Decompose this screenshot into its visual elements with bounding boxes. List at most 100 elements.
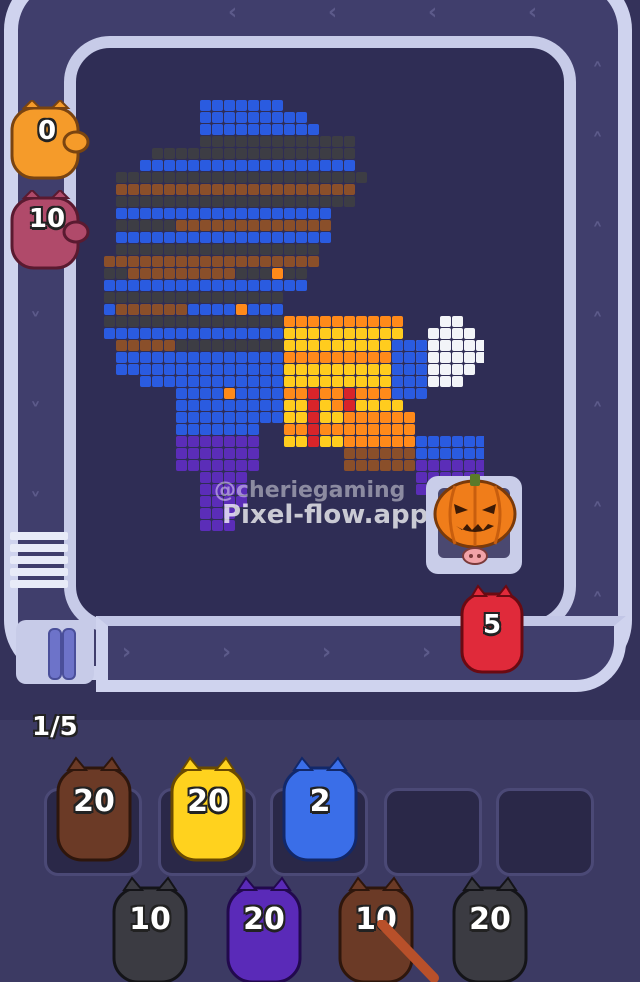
pixel-block bbox=[320, 388, 331, 399]
pixel-block bbox=[404, 448, 415, 459]
pixel-block bbox=[188, 208, 199, 219]
pixel-block bbox=[320, 436, 331, 447]
pixel-block bbox=[296, 340, 307, 351]
pixel-block bbox=[296, 256, 307, 267]
pixel-block bbox=[440, 460, 451, 471]
pixel-block bbox=[392, 328, 403, 339]
pixel-block bbox=[356, 448, 367, 459]
pixel-block bbox=[464, 352, 475, 363]
pixel-block bbox=[392, 436, 403, 447]
pixel-block bbox=[380, 340, 391, 351]
pixel-block bbox=[452, 340, 463, 351]
pig-count: 20 bbox=[243, 902, 285, 937]
pixel-block bbox=[284, 400, 295, 411]
pixel-block bbox=[368, 460, 379, 471]
pixel-block bbox=[128, 184, 139, 195]
pixel-block bbox=[224, 292, 235, 303]
chevron-icon: ˄ bbox=[592, 130, 603, 155]
pixel-block bbox=[236, 256, 247, 267]
pixel-block bbox=[224, 268, 235, 279]
pixel-block bbox=[116, 172, 127, 183]
pixel-block bbox=[116, 316, 127, 327]
pixel-block bbox=[296, 124, 307, 135]
pixel-block bbox=[344, 352, 355, 363]
pixel-block bbox=[428, 352, 439, 363]
pixel-block bbox=[356, 400, 367, 411]
pixel-block bbox=[392, 460, 403, 471]
pig-count: 2 bbox=[309, 784, 331, 819]
pixel-block bbox=[416, 436, 427, 447]
pixel-block bbox=[380, 436, 391, 447]
pixel-block bbox=[272, 160, 283, 171]
conveyor-pig-pink[interactable]: 10 bbox=[4, 190, 90, 274]
slot-pig-brown[interactable]: 20 bbox=[54, 756, 134, 864]
pixel-block bbox=[236, 388, 247, 399]
pixel-block bbox=[272, 196, 283, 207]
pixel-block bbox=[380, 424, 391, 435]
pixel-block bbox=[476, 436, 484, 447]
queue-pig-dark[interactable]: 10 bbox=[110, 876, 190, 982]
pixel-block bbox=[332, 436, 343, 447]
pixel-block bbox=[116, 256, 127, 267]
pixel-block bbox=[440, 352, 451, 363]
queue-pig-dark-2[interactable]: 20 bbox=[450, 876, 530, 982]
pixel-block bbox=[212, 100, 223, 111]
pixel-block bbox=[176, 460, 187, 471]
pixel-block bbox=[320, 172, 331, 183]
pixel-block bbox=[272, 328, 283, 339]
pixel-block bbox=[476, 340, 484, 351]
pixel-block bbox=[368, 388, 379, 399]
pixel-block bbox=[212, 220, 223, 231]
pixel-block bbox=[248, 160, 259, 171]
pixel-block bbox=[248, 196, 259, 207]
pixel-block bbox=[464, 340, 475, 351]
pixel-block bbox=[128, 208, 139, 219]
pixel-block bbox=[176, 292, 187, 303]
pixel-block bbox=[200, 364, 211, 375]
pixel-block bbox=[176, 220, 187, 231]
pixel-block bbox=[284, 256, 295, 267]
pixel-block bbox=[284, 184, 295, 195]
chevron-icon: › bbox=[422, 640, 432, 665]
pixel-block bbox=[200, 136, 211, 147]
pixel-block bbox=[284, 424, 295, 435]
slot-4[interactable] bbox=[384, 788, 482, 876]
pixel-block bbox=[284, 436, 295, 447]
pixel-block bbox=[212, 124, 223, 135]
slot-pig-blue[interactable]: 2 bbox=[280, 756, 360, 864]
pixel-block bbox=[152, 364, 163, 375]
pixel-block bbox=[152, 208, 163, 219]
pixel-block bbox=[272, 184, 283, 195]
pixel-block bbox=[128, 304, 139, 315]
pixel-block bbox=[260, 328, 271, 339]
conveyor-pig-red[interactable]: 5 bbox=[458, 584, 526, 676]
pixel-block bbox=[188, 160, 199, 171]
pixel-block bbox=[236, 376, 247, 387]
pixel-block bbox=[200, 124, 211, 135]
pixel-block bbox=[416, 460, 427, 471]
slot-5[interactable] bbox=[496, 788, 594, 876]
pixel-block bbox=[296, 148, 307, 159]
pixel-block bbox=[272, 400, 283, 411]
slot-pig-yellow[interactable]: 20 bbox=[168, 756, 248, 864]
pixel-block bbox=[164, 208, 175, 219]
pixel-block bbox=[272, 136, 283, 147]
pig-launcher[interactable] bbox=[16, 620, 94, 684]
conveyor-pig-orange[interactable]: 0 bbox=[4, 100, 90, 184]
chevron-icon: ˄ bbox=[592, 590, 603, 615]
pixel-block bbox=[320, 160, 331, 171]
pixel-block bbox=[344, 136, 355, 147]
pixel-block bbox=[308, 172, 319, 183]
pixel-block bbox=[116, 364, 127, 375]
pixel-block bbox=[176, 208, 187, 219]
pixel-block bbox=[284, 220, 295, 231]
pixel-block bbox=[284, 376, 295, 387]
pixel-block bbox=[200, 400, 211, 411]
pumpkin-pig-box[interactable] bbox=[426, 474, 522, 574]
pixel-block bbox=[116, 220, 127, 231]
queue-pig-purple[interactable]: 20 bbox=[224, 876, 304, 982]
pixel-block bbox=[212, 292, 223, 303]
pixel-block bbox=[284, 208, 295, 219]
pixel-block bbox=[308, 400, 319, 411]
pixel-block bbox=[332, 136, 343, 147]
